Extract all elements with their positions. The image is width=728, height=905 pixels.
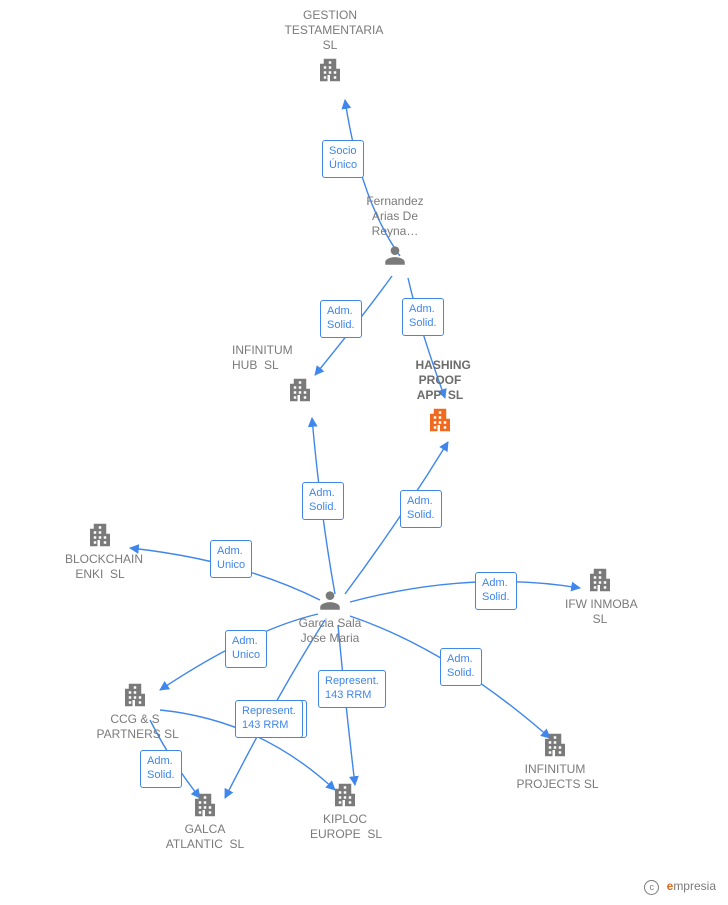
edge-label[interactable]: Adm. Solid. xyxy=(402,298,444,336)
copyright-symbol: c xyxy=(644,880,659,895)
node-label[interactable]: CCG & S PARTNERS SL xyxy=(97,712,174,742)
node-label[interactable]: INFINITUM HUB SL xyxy=(232,343,295,373)
diagram-canvas: c empresia GESTION TESTAMENTARIA SL Ferna… xyxy=(0,0,728,905)
edge-label[interactable]: Adm. Unico xyxy=(225,630,267,668)
edge-label[interactable]: Represent. 143 RRM xyxy=(235,700,303,738)
edge-label[interactable]: Adm. Solid. xyxy=(320,300,362,338)
edges-svg xyxy=(0,0,728,905)
edge-label[interactable]: Adm. Unico xyxy=(210,540,252,578)
node-label[interactable]: IFW INMOBA SL xyxy=(565,597,635,627)
edge-label[interactable]: Adm. Solid. xyxy=(440,648,482,686)
relationship-edge xyxy=(350,582,580,602)
node-label[interactable]: Garcia Sala Jose Maria xyxy=(292,616,369,646)
person-icon[interactable] xyxy=(317,586,343,614)
node-label[interactable]: KIPLOC EUROPE SL xyxy=(310,812,380,842)
brand-rest: mpresia xyxy=(673,879,716,893)
company-icon[interactable] xyxy=(330,780,360,810)
edge-label[interactable]: Adm. Solid. xyxy=(400,490,442,528)
node-label[interactable]: GALCA ATLANTIC SL xyxy=(163,822,247,852)
edge-label[interactable]: Represent. 143 RRM xyxy=(318,670,386,708)
node-label[interactable]: BLOCKCHAIN ENKI SL xyxy=(65,552,135,582)
edge-label[interactable]: Adm. Solid. xyxy=(302,482,344,520)
company-icon[interactable] xyxy=(190,790,220,820)
company-icon[interactable] xyxy=(425,405,455,435)
company-icon[interactable] xyxy=(585,565,615,595)
node-label[interactable]: INFINITUM PROJECTS SL xyxy=(517,762,594,792)
company-icon[interactable] xyxy=(120,680,150,710)
node-label[interactable]: Fernandez Arias De Reyna… xyxy=(364,194,427,239)
node-label[interactable]: GESTION TESTAMENTARIA SL xyxy=(285,8,376,53)
company-icon[interactable] xyxy=(540,730,570,760)
edge-label[interactable]: Adm. Solid. xyxy=(140,750,182,788)
company-icon[interactable] xyxy=(85,520,115,550)
node-label[interactable]: HASHING PROOF APP SL xyxy=(416,358,465,403)
company-icon[interactable] xyxy=(285,375,315,405)
person-icon[interactable] xyxy=(382,241,408,269)
company-icon[interactable] xyxy=(315,55,345,85)
edge-label[interactable]: Adm. Solid. xyxy=(475,572,517,610)
copyright-footer: c empresia xyxy=(644,879,716,895)
edge-label[interactable]: Socio Único xyxy=(322,140,364,178)
